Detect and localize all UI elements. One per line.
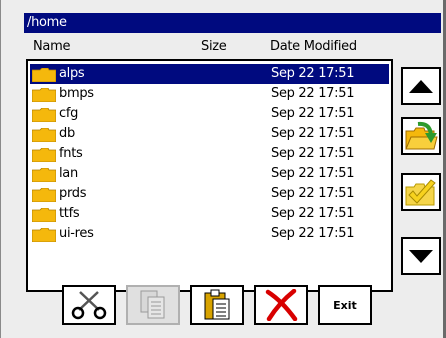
folder-icon [32, 108, 56, 122]
file-date: Sep 22 17:51 [271, 66, 355, 81]
file-row-ttfs[interactable]: ttfs Sep 22 17:51 [30, 204, 389, 224]
triangle-down-icon [409, 249, 433, 263]
folder-check-icon [405, 179, 436, 206]
file-row-fnts[interactable]: fnts Sep 22 17:51 [30, 144, 389, 164]
file-date: Sep 22 17:51 [271, 166, 355, 181]
file-row-bmps[interactable]: bmps Sep 22 17:51 [30, 84, 389, 104]
column-header-name[interactable]: Name [33, 39, 70, 54]
file-row-db[interactable]: db Sep 22 17:51 [30, 124, 389, 144]
folder-icon [32, 228, 56, 242]
file-date: Sep 22 17:51 [271, 106, 355, 121]
open-folder-button[interactable] [401, 117, 441, 155]
left-edge [0, 0, 1, 338]
scissors-icon [71, 291, 107, 320]
clipboard-paste-icon [204, 289, 230, 320]
file-name: bmps [59, 86, 94, 101]
folder-icon [32, 68, 56, 82]
scroll-down-button[interactable] [401, 237, 441, 275]
exit-button[interactable]: Exit [318, 285, 372, 325]
file-name: cfg [59, 106, 79, 121]
folder-icon [32, 168, 56, 182]
folder-icon [32, 188, 56, 202]
copy-pages-icon [140, 290, 165, 319]
file-name: alps [59, 66, 85, 81]
cut-button[interactable] [62, 285, 116, 325]
file-row-cfg[interactable]: cfg Sep 22 17:51 [30, 104, 389, 124]
file-row-alps[interactable]: alps Sep 22 17:51 [30, 64, 389, 84]
file-name: ui-res [59, 226, 94, 241]
folder-open-arrow-icon [405, 121, 438, 150]
paste-button[interactable] [190, 285, 244, 325]
red-x-icon [265, 289, 298, 321]
copy-button[interactable] [126, 285, 180, 325]
column-header-date[interactable]: Date Modified [270, 39, 357, 54]
folder-icon [32, 128, 56, 142]
file-date: Sep 22 17:51 [271, 86, 355, 101]
folder-icon [32, 208, 56, 222]
file-row-lan[interactable]: lan Sep 22 17:51 [30, 164, 389, 184]
file-date: Sep 22 17:51 [271, 146, 355, 161]
column-header-size[interactable]: Size [201, 39, 227, 54]
file-name: ttfs [59, 206, 80, 221]
path-bar: /home [24, 13, 441, 33]
file-date: Sep 22 17:51 [271, 186, 355, 201]
confirm-folder-button[interactable] [401, 173, 441, 211]
file-name: db [59, 126, 75, 141]
file-date: Sep 22 17:51 [271, 126, 355, 141]
folder-icon [32, 88, 56, 102]
triangle-up-icon [409, 79, 433, 93]
file-list[interactable]: alps Sep 22 17:51 bmps Sep 22 17:51 cfg … [26, 59, 393, 292]
scroll-up-button[interactable] [401, 67, 441, 105]
current-path: /home [27, 15, 67, 30]
file-date: Sep 22 17:51 [271, 206, 355, 221]
file-row-ui-res[interactable]: ui-res Sep 22 17:51 [30, 224, 389, 244]
file-name: prds [59, 186, 87, 201]
delete-button[interactable] [254, 285, 308, 325]
file-row-prds[interactable]: prds Sep 22 17:51 [30, 184, 389, 204]
file-date: Sep 22 17:51 [271, 226, 355, 241]
folder-icon [32, 148, 56, 162]
file-name: fnts [59, 146, 83, 161]
file-name: lan [59, 166, 78, 181]
